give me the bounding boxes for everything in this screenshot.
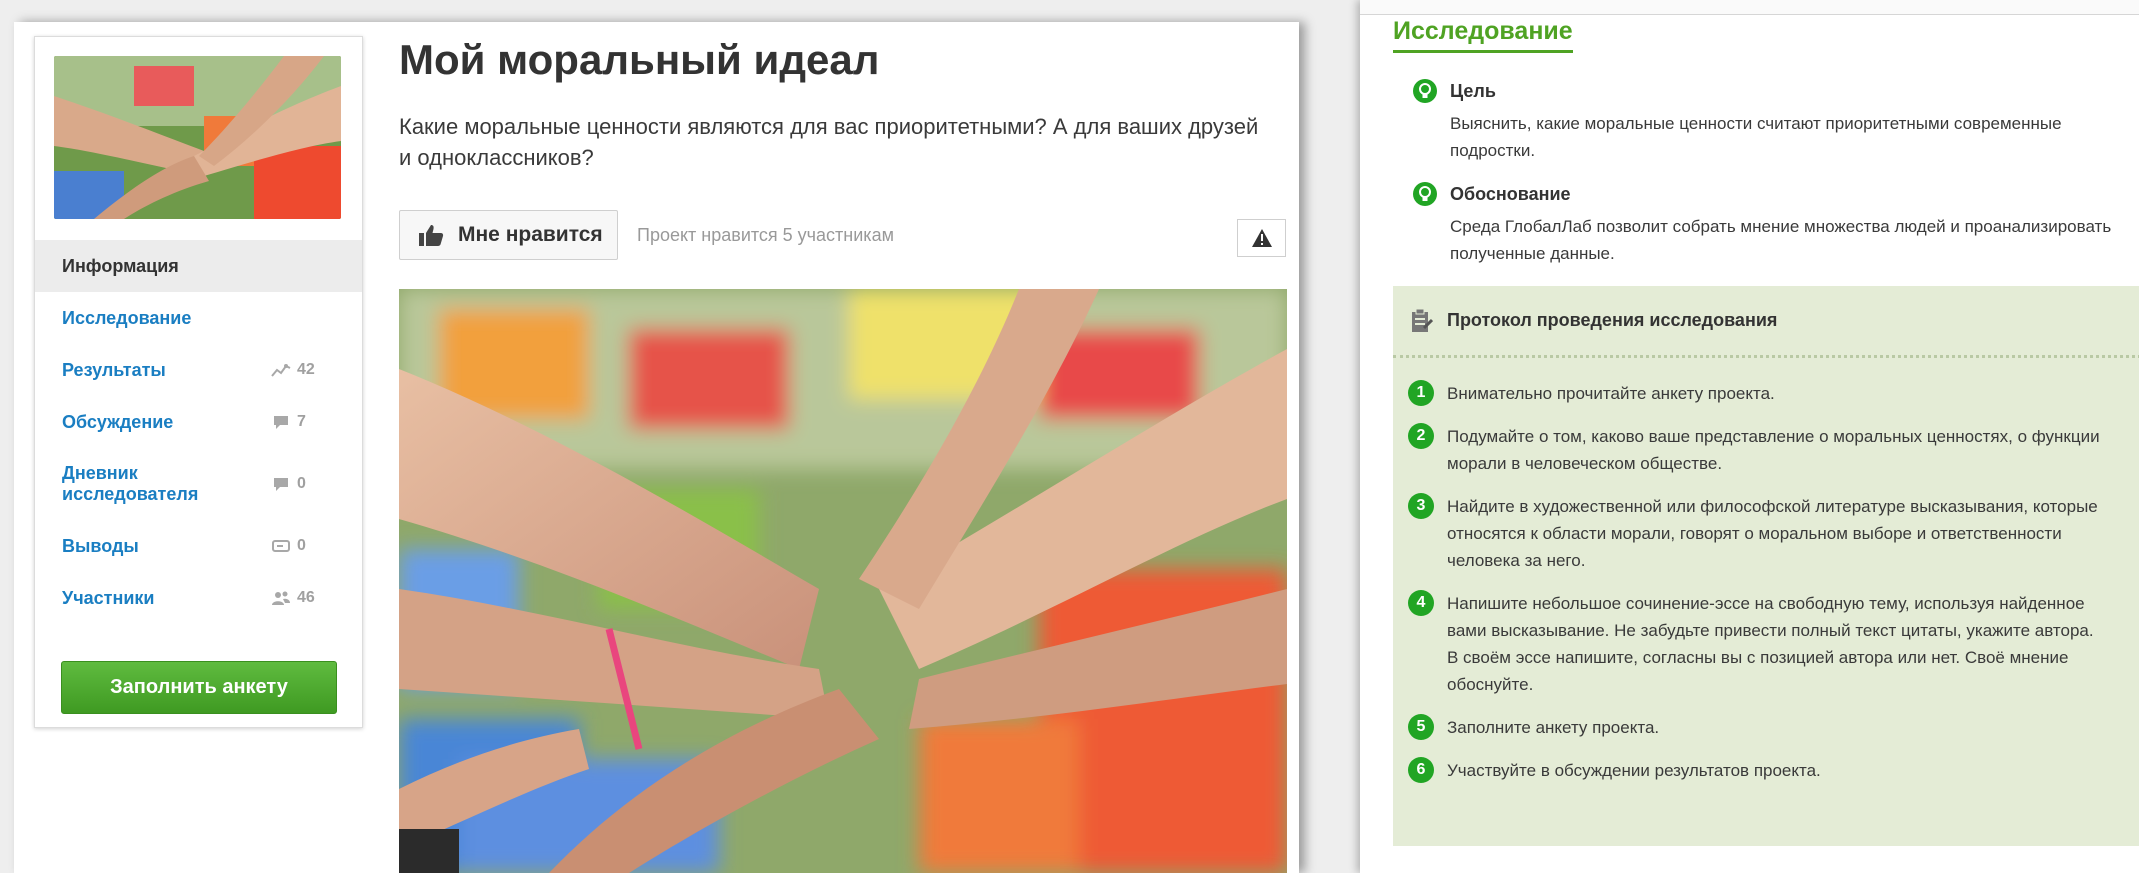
step-number-badge: 3 (1408, 493, 1434, 519)
conclusion-icon (272, 540, 290, 552)
results-count: 42 (271, 361, 315, 379)
browser-topbar (1360, 0, 2139, 15)
sidebar-item-label: Дневник исследователя (62, 463, 199, 504)
sidebar-nav: Информация Исследование Результаты 42 Об… (35, 240, 362, 624)
comment-icon (274, 478, 288, 491)
sidebar-item-conclusions[interactable]: Выводы 0 (35, 520, 362, 572)
count-value: 0 (297, 475, 306, 492)
thumbs-up-icon (419, 225, 444, 246)
goal-text: Выяснить, какие моральные ценности счита… (1450, 114, 2062, 160)
sidebar-item-participants[interactable]: Участники 46 (35, 572, 362, 624)
project-intro: Какие моральные ценности являются для ва… (399, 114, 1259, 170)
step-text: Напишите небольшое сочинение-эссе на сво… (1447, 594, 2094, 694)
sidebar-item-label: Информация (62, 255, 179, 276)
step-number-badge: 6 (1408, 757, 1434, 783)
step-text: Участвуйте в обсуждении результатов прое… (1447, 761, 1821, 780)
likes-count-note: Проект нравится 5 участникам (637, 225, 894, 245)
chart-icon (271, 364, 291, 377)
sidebar-item-diary[interactable]: Дневник исследователя 0 (35, 448, 362, 520)
protocol-header: Протокол проведения исследования (1393, 286, 2139, 358)
lightbulb-icon (1413, 182, 1437, 206)
project-thumbnail[interactable] (54, 56, 341, 219)
goal-block: Цель Выяснить, какие моральные ценности … (1412, 78, 2139, 164)
step-number-badge: 2 (1408, 423, 1434, 449)
project-hero-image (399, 289, 1287, 873)
rationale-title: Обоснование (1450, 183, 1571, 204)
protocol-step: 2 Подумайте о том, каково ваше представл… (1408, 423, 2139, 477)
participants-count: 46 (271, 589, 315, 607)
sidebar-item-label: Обсуждение (62, 411, 174, 432)
discussion-count: 7 (271, 413, 306, 431)
sidebar-item-label: Участники (62, 587, 155, 608)
step-text: Заполните анкету проекта. (1447, 718, 1660, 737)
count-value: 0 (297, 537, 306, 554)
research-panel: Исследование Цель Выяснить, какие мораль… (1360, 0, 2139, 873)
protocol-step: 4 Напишите небольшое сочинение-эссе на с… (1408, 590, 2139, 698)
rationale-block: Обоснование Среда ГлобалЛаб позволит соб… (1412, 181, 2139, 267)
protocol-box: Протокол проведения исследования 1 Внима… (1393, 286, 2139, 846)
count-value: 7 (297, 413, 306, 430)
lightbulb-icon (1413, 79, 1437, 103)
step-text: Найдите в художественной или философской… (1447, 497, 2098, 570)
project-page: Информация Исследование Результаты 42 Об… (14, 22, 1299, 873)
sidebar-item-label: Исследование (62, 307, 192, 328)
step-text: Внимательно прочитайте анкету проекта. (1447, 384, 1775, 403)
comment-icon (274, 416, 288, 429)
protocol-title: Протокол проведения исследования (1447, 310, 1778, 330)
sidebar-item-discussion[interactable]: Обсуждение 7 (35, 396, 362, 448)
sidebar-item-label: Результаты (62, 359, 166, 380)
count-value: 42 (297, 361, 315, 378)
protocol-step: 3 Найдите в художественной или философск… (1408, 493, 2139, 574)
protocol-step: 6 Участвуйте в обсуждении результатов пр… (1408, 757, 2139, 784)
project-sidebar: Информация Исследование Результаты 42 Об… (34, 36, 363, 728)
rationale-text: Среда ГлобалЛаб позволит собрать мнение … (1450, 217, 2112, 263)
protocol-step: 1 Внимательно прочитайте анкету проекта. (1408, 380, 2139, 407)
sidebar-item-research[interactable]: Исследование (35, 292, 362, 344)
like-button-label: Мне нравится (458, 223, 603, 246)
fill-survey-button[interactable]: Заполнить анкету (61, 661, 337, 714)
protocol-step: 5 Заполните анкету проекта. (1408, 714, 2139, 741)
conclusions-count: 0 (271, 537, 306, 555)
step-number-badge: 4 (1408, 590, 1434, 616)
research-section-title: Исследование (1393, 17, 1573, 53)
warning-icon (1251, 229, 1272, 247)
count-value: 46 (297, 589, 315, 606)
step-text: Подумайте о том, каково ваше представлен… (1447, 427, 2100, 473)
diary-count: 0 (271, 475, 306, 493)
like-button[interactable]: Мне нравится (399, 210, 618, 260)
sidebar-item-results[interactable]: Результаты 42 (35, 344, 362, 396)
goal-title: Цель (1450, 80, 1496, 101)
step-number-badge: 5 (1408, 714, 1434, 740)
sidebar-item-label: Выводы (62, 535, 139, 556)
sidebar-item-info[interactable]: Информация (35, 240, 362, 292)
users-icon (272, 591, 290, 605)
protocol-steps: 1 Внимательно прочитайте анкету проекта.… (1408, 380, 2139, 800)
page-title: Мой моральный идеал (399, 36, 880, 83)
step-number-badge: 1 (1408, 380, 1434, 406)
clipboard-icon (1412, 308, 1433, 332)
report-button[interactable] (1237, 219, 1286, 257)
